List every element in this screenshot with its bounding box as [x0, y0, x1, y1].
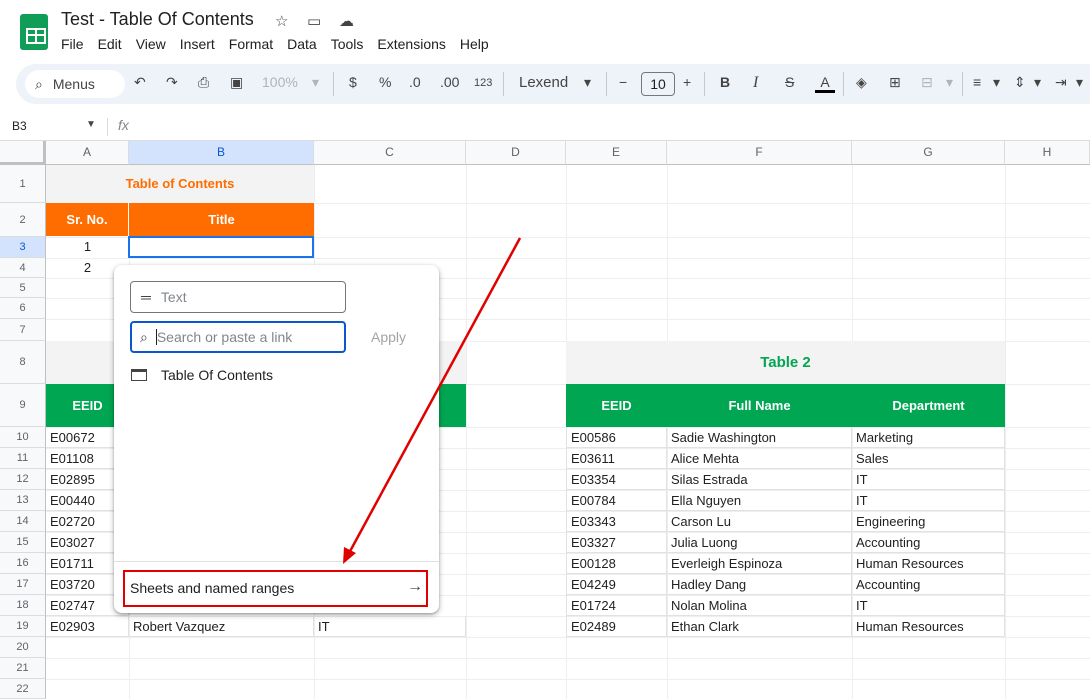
annotation-arrow-line	[346, 237, 522, 556]
annotation-arrow-head	[343, 547, 356, 564]
annotation-arrow	[343, 237, 522, 564]
